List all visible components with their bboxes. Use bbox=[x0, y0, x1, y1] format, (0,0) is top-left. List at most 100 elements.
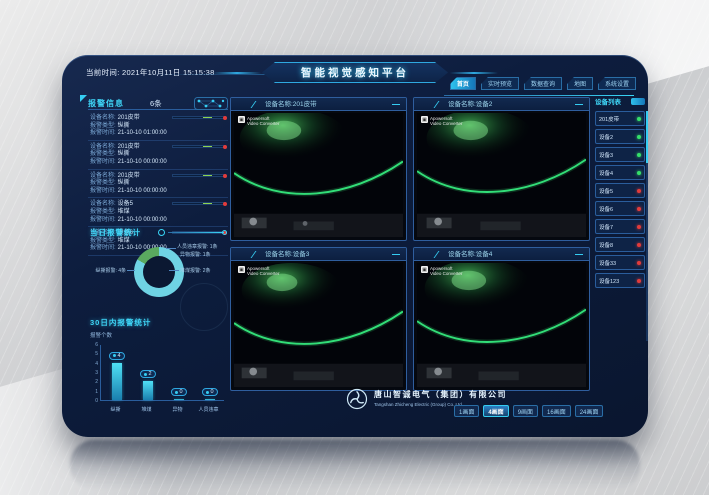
alarm-progress-bar bbox=[172, 145, 226, 148]
bar-chart-ylabel: 报警个数 bbox=[90, 331, 230, 339]
month-stats-title: 30日内报警统计 bbox=[90, 317, 151, 328]
status-dot bbox=[637, 153, 641, 157]
bar-chart-plot: 4 2 0 0 bbox=[100, 345, 224, 401]
tab-data-query[interactable]: 数据查询 bbox=[524, 77, 562, 90]
video-title: 设备名称:设备3 bbox=[265, 248, 309, 261]
donut-label: 纵撕报警: 4条 bbox=[70, 267, 126, 274]
alarm-panel-header: 报警信息 6条 bbox=[88, 97, 228, 110]
video-panel-1[interactable]: 设备名称:201皮带 bbox=[230, 97, 407, 241]
video-header: 设备名称:设备4 bbox=[414, 248, 589, 261]
layout-button-1[interactable]: 1画面 bbox=[454, 405, 479, 417]
donut-tick bbox=[169, 270, 179, 271]
video-scene bbox=[234, 263, 403, 387]
bar bbox=[143, 381, 153, 400]
video-header: 设备名称:设备2 bbox=[414, 98, 589, 111]
device-list-action-button[interactable] bbox=[631, 98, 645, 105]
decor-ring bbox=[222, 230, 227, 235]
tab-home[interactable]: 首页 bbox=[450, 77, 476, 90]
minimize-dash-icon bbox=[392, 104, 400, 105]
bar bbox=[112, 363, 122, 400]
bar bbox=[205, 399, 215, 400]
device-row[interactable]: 设备5 bbox=[595, 183, 645, 198]
alarm-item[interactable]: 设备名称:201皮带 报警类型:纵撕 报警时间:21-10-10 01:00:0… bbox=[88, 112, 228, 141]
title-wing-right bbox=[450, 72, 498, 74]
video-title: 设备名称:201皮带 bbox=[265, 98, 317, 111]
video-scene bbox=[417, 263, 586, 387]
watermark: ▣ ApowersoftVideo Converter bbox=[238, 116, 279, 126]
decor-line bbox=[168, 232, 224, 233]
alarm-progress-bar bbox=[172, 116, 226, 119]
layout-button-4[interactable]: 4画面 bbox=[483, 405, 508, 417]
video-panel-4[interactable]: 设备名称:设备4 bbox=[413, 247, 590, 391]
video-header: 设备名称:设备3 bbox=[231, 248, 406, 261]
minimize-dash-icon bbox=[575, 254, 583, 255]
status-dot bbox=[637, 189, 641, 193]
company-logo bbox=[346, 388, 368, 410]
status-dot bbox=[637, 243, 641, 247]
alarm-item[interactable]: 设备名称:设备5 报警类型:堆煤 报警时间:21-10-10 00:00:00 bbox=[88, 198, 228, 227]
alarm-progress-bar bbox=[172, 202, 226, 205]
scrollbar-thumb[interactable] bbox=[646, 111, 648, 163]
alarm-count-badge: 6条 bbox=[150, 98, 162, 109]
donut-label: 异物报警: 1条 bbox=[180, 251, 211, 258]
tab-settings[interactable]: 系统设置 bbox=[598, 77, 636, 90]
page-title-plaque: 智能视觉感知平台 bbox=[262, 62, 448, 83]
status-dot bbox=[637, 171, 641, 175]
page-title: 智能视觉感知平台 bbox=[301, 65, 409, 80]
alarm-item[interactable]: 设备名称:201皮带 报警类型:纵撕 报警时间:21-10-10 00:00:0… bbox=[88, 170, 228, 199]
bar-column: 0 bbox=[163, 345, 194, 400]
watermark-logo-icon: ▣ bbox=[238, 116, 245, 123]
layout-button-24[interactable]: 24画面 bbox=[575, 405, 604, 417]
video-feed: ▣ ApowersoftVideo Converter bbox=[417, 263, 586, 387]
device-row[interactable]: 201皮带 bbox=[595, 111, 645, 126]
alarm-item[interactable]: 设备名称:201皮带 报警类型:纵撕 报警时间:21-10-10 00:00:0… bbox=[88, 141, 228, 170]
decor-ring bbox=[158, 229, 165, 236]
video-header: 设备名称:201皮带 bbox=[231, 98, 406, 111]
network-nodes-icon bbox=[194, 97, 228, 110]
device-list-scrollbar[interactable] bbox=[646, 111, 648, 341]
video-panel-3[interactable]: 设备名称:设备3 bbox=[230, 247, 407, 391]
bar-value-bubble: 2 bbox=[139, 370, 155, 378]
layout-button-16[interactable]: 16画面 bbox=[542, 405, 571, 417]
status-dot bbox=[637, 117, 641, 121]
watermark: ▣ ApowersoftVideo Converter bbox=[238, 266, 279, 276]
bar-value-bubble: 0 bbox=[201, 388, 217, 396]
status-dot bbox=[637, 207, 641, 211]
panel-reflection bbox=[70, 440, 640, 490]
video-title: 设备名称:设备4 bbox=[448, 248, 492, 261]
video-panel-2[interactable]: 设备名称:设备2 bbox=[413, 97, 590, 241]
device-row[interactable]: 设备4 bbox=[595, 165, 645, 180]
video-scene bbox=[234, 113, 403, 237]
tab-map[interactable]: 地图 bbox=[567, 77, 593, 90]
tab-live-preview[interactable]: 实时预览 bbox=[481, 77, 519, 90]
watermark: ▣ ApowersoftVideo Converter bbox=[421, 266, 462, 276]
device-row[interactable]: 设备3 bbox=[595, 147, 645, 162]
watermark: ▣ ApowersoftVideo Converter bbox=[421, 116, 462, 126]
bar-column: 2 bbox=[132, 345, 163, 400]
desktop-background: 当前时间: 2021年10月11日 15:15:38 智能视觉感知平台 首页 实… bbox=[0, 0, 709, 495]
video-title: 设备名称:设备2 bbox=[448, 98, 492, 111]
alarm-panel-title: 报警信息 bbox=[88, 98, 124, 109]
device-row[interactable]: 设备8 bbox=[595, 237, 645, 252]
video-feed: ▣ ApowersoftVideo Converter bbox=[417, 113, 586, 237]
top-nav-tabs: 首页 实时预览 数据查询 地图 系统设置 bbox=[450, 77, 636, 90]
device-row[interactable]: 设备7 bbox=[595, 219, 645, 234]
slash-decor-icon bbox=[251, 251, 263, 258]
ghost-logo bbox=[180, 283, 228, 331]
bar-column: 0 bbox=[194, 345, 225, 400]
device-row[interactable]: 设备33 bbox=[595, 255, 645, 270]
current-time: 当前时间: 2021年10月11日 15:15:38 bbox=[86, 67, 215, 78]
month-bar-chart: 报警个数 6543210 4 2 0 bbox=[90, 331, 230, 413]
bar bbox=[174, 399, 184, 400]
bar-column: 4 bbox=[101, 345, 132, 400]
device-row[interactable]: 设备6 bbox=[595, 201, 645, 216]
device-row[interactable]: 设备2 bbox=[595, 129, 645, 144]
screen-layout-buttons: 1画面 4画面 9画面 16画面 24画面 bbox=[454, 405, 603, 417]
alarm-progress-bar bbox=[172, 174, 226, 177]
device-row[interactable]: 设备123 bbox=[595, 273, 645, 288]
layout-button-9[interactable]: 9画面 bbox=[513, 405, 538, 417]
video-feed: ▣ ApowersoftVideo Converter bbox=[234, 113, 403, 237]
company-name-cn: 唐山智诚电气（集团）有限公司 bbox=[374, 389, 507, 400]
donut-tick bbox=[166, 248, 176, 249]
today-donut bbox=[134, 247, 184, 297]
